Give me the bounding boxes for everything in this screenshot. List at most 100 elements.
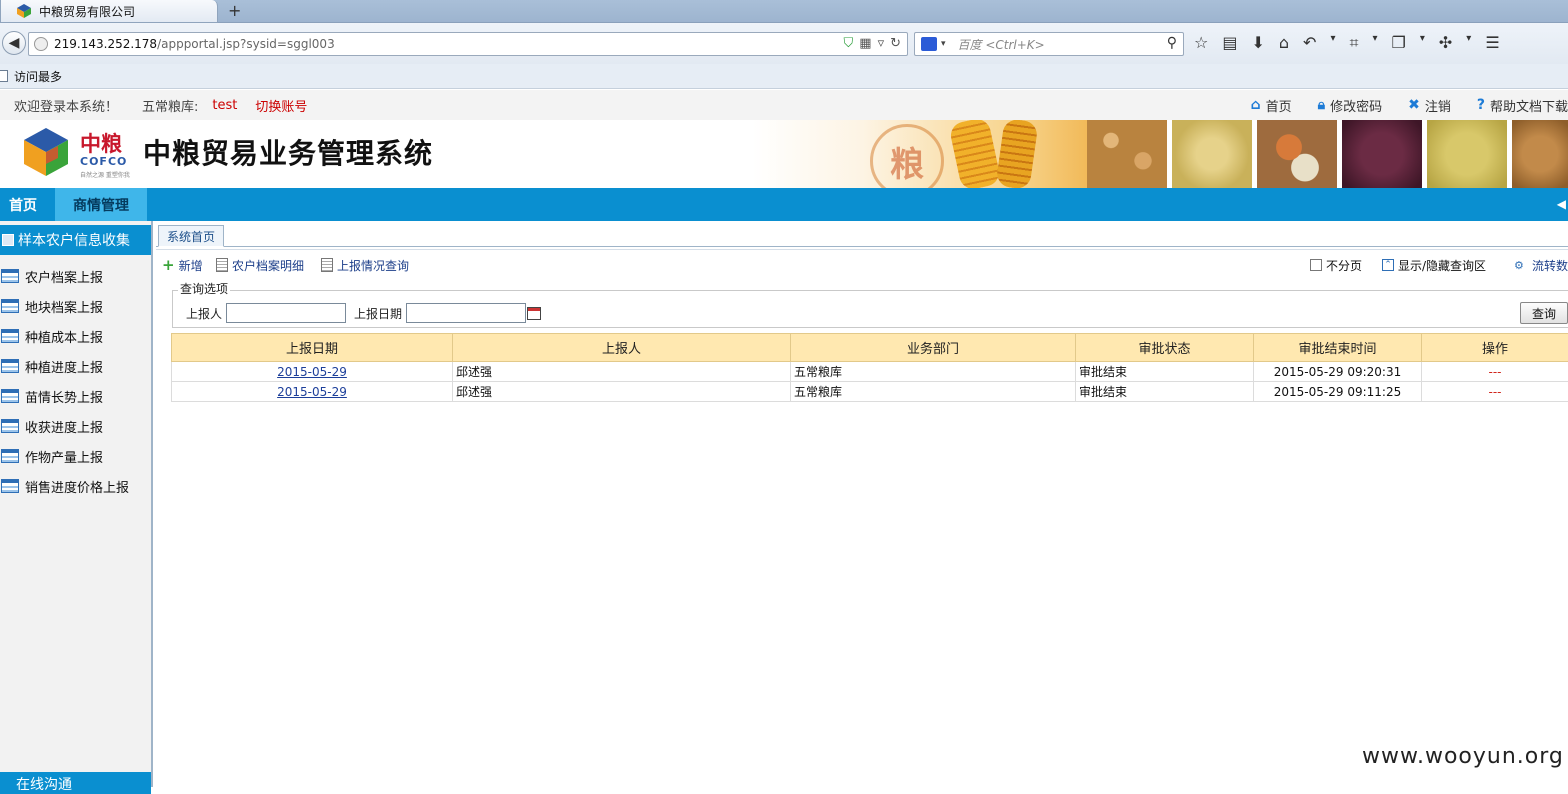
sidebar-item-planting-progress[interactable]: 种植进度上报	[0, 351, 151, 381]
dropdown-icon[interactable]: ▾	[1466, 33, 1471, 53]
wheat-image	[1512, 120, 1568, 188]
sidebar-header[interactable]: 样本农户信息收集	[0, 225, 151, 255]
reporter-cell: 邱述强	[453, 362, 791, 382]
sidebar-list: 农户档案上报 地块档案上报 种植成本上报 种植进度上报 苗情长势上报 收获进度上…	[0, 261, 151, 501]
baidu-engine-icon[interactable]	[921, 37, 937, 51]
sidebar-item-label: 种植进度上报	[25, 357, 103, 376]
search-placeholder: 百度 <Ctrl+K>	[958, 36, 1045, 53]
report-query-button[interactable]: 上报情况查询	[321, 254, 409, 276]
chevron-up-icon: ⌃	[1382, 259, 1394, 271]
sidebar-item-label: 收获进度上报	[25, 417, 103, 436]
switch-account-link[interactable]: 切换账号	[255, 96, 307, 115]
flow-button[interactable]: ⚙流转数	[1514, 254, 1568, 276]
column-header[interactable]: 上报日期	[172, 334, 453, 362]
globe-icon	[34, 37, 48, 51]
addon-icon[interactable]: ✣	[1439, 33, 1452, 53]
content-tab-strip: 系统首页	[156, 225, 1568, 247]
top-link-help-download[interactable]: ?帮助文档下载	[1477, 96, 1568, 115]
star-icon[interactable]: ☆	[1194, 33, 1208, 53]
sidebar-item-crop-yield[interactable]: 作物产量上报	[0, 441, 151, 471]
top-link-logout[interactable]: ✖注销	[1408, 96, 1451, 115]
sidebar-item-sales-price[interactable]: 销售进度价格上报	[0, 471, 151, 501]
back-button[interactable]: ◀	[2, 31, 26, 55]
sidebar-item-farmer-archive[interactable]: 农户档案上报	[0, 261, 151, 291]
form-icon	[1, 389, 19, 403]
no-paging-checkbox[interactable]: 不分页	[1310, 254, 1362, 276]
millet-image	[1427, 120, 1507, 188]
approval-end-time-cell: 2015-05-29 09:11:25	[1254, 382, 1422, 402]
sidebar-item-label: 农户档案上报	[25, 267, 103, 286]
window-icon[interactable]: ❐	[1392, 33, 1406, 53]
sidebar-item-seedling-growth[interactable]: 苗情长势上报	[0, 381, 151, 411]
welcome-text: 欢迎登录本系统！	[14, 96, 118, 115]
document-icon	[216, 258, 228, 272]
reporter-input[interactable]	[226, 303, 346, 323]
shield-icon[interactable]: ⛉	[844, 36, 854, 51]
column-header[interactable]: 审批结束时间	[1254, 334, 1422, 362]
top-link-change-password[interactable]: 🔒︎修改密码	[1318, 96, 1382, 115]
top-link-label: 帮助文档下载	[1490, 96, 1568, 115]
dropdown-icon[interactable]: ▾	[1420, 33, 1425, 53]
home-icon: ⌂	[1251, 97, 1261, 113]
reload-icon[interactable]: ↻	[890, 36, 901, 51]
operation-cell[interactable]: ---	[1422, 362, 1568, 382]
corn-image	[948, 120, 1001, 188]
dropdown-icon[interactable]: ▿	[878, 36, 885, 51]
checkbox-icon[interactable]	[1310, 259, 1322, 271]
sidebar-item-harvest-progress[interactable]: 收获进度上报	[0, 411, 151, 441]
menu-market-info[interactable]: 商情管理	[55, 188, 147, 221]
depot-label: 五常粮库:	[142, 96, 198, 115]
query-button[interactable]: 查询	[1520, 302, 1568, 324]
dropdown-icon[interactable]: ▾	[1372, 33, 1377, 53]
qr-code-icon[interactable]: ▦	[859, 36, 871, 51]
url-bar[interactable]: 219.143.252.178/appportal.jsp?sysid=sggl…	[28, 32, 908, 56]
report-date-link[interactable]: 2015-05-29	[277, 385, 347, 399]
undo-icon[interactable]: ↶	[1303, 33, 1316, 53]
form-icon	[1, 329, 19, 343]
sidebar-item-label: 作物产量上报	[25, 447, 103, 466]
calendar-icon[interactable]	[527, 307, 541, 320]
dropdown-icon[interactable]: ▾	[1330, 33, 1335, 53]
form-icon	[1, 449, 19, 463]
report-query-label: 上报情况查询	[337, 257, 409, 274]
reporter-label: 上报人	[186, 305, 222, 322]
column-header[interactable]: 业务部门	[791, 334, 1076, 362]
cofco-logo-icon	[22, 126, 70, 178]
tab-system-home[interactable]: 系统首页	[158, 225, 224, 247]
crop-icon[interactable]: ⌗	[1349, 33, 1358, 53]
column-header[interactable]: 审批状态	[1076, 334, 1254, 362]
collapse-left-icon[interactable]: ◀	[1557, 197, 1566, 211]
approval-status-cell: 审批结束	[1076, 382, 1254, 402]
report-date-link[interactable]: 2015-05-29	[277, 365, 347, 379]
farmer-detail-button[interactable]: 农户档案明细	[216, 254, 304, 276]
column-header[interactable]: 上报人	[453, 334, 791, 362]
url-host: 219.143.252.178	[54, 37, 157, 51]
sidebar-online-chat[interactable]: 在线沟通	[0, 772, 151, 794]
search-bar[interactable]: ▾ 百度 <Ctrl+K> ⚲	[914, 32, 1184, 56]
add-button[interactable]: +新增	[162, 254, 203, 276]
close-icon: ✖	[1408, 97, 1420, 113]
report-date-input[interactable]	[406, 303, 526, 323]
report-date-label: 上报日期	[354, 305, 402, 322]
browser-tab[interactable]: 中粮贸易有限公司	[0, 0, 218, 23]
table-row: 2015-05-29 邱述强 五常粮库 审批结束 2015-05-29 09:1…	[172, 382, 1568, 402]
top-link-label: 首页	[1266, 96, 1292, 115]
reading-list-icon[interactable]: ▤	[1222, 33, 1237, 53]
arrow-left-icon: ◀	[9, 35, 20, 51]
sidebar-item-plot-archive[interactable]: 地块档案上报	[0, 291, 151, 321]
operation-cell[interactable]: ---	[1422, 382, 1568, 402]
top-link-home[interactable]: ⌂ 首页	[1251, 96, 1292, 115]
download-icon[interactable]: ⬇	[1251, 33, 1264, 53]
menu-icon[interactable]: ☰	[1485, 33, 1499, 53]
engine-dropdown-icon[interactable]: ▾	[941, 39, 946, 49]
menu-home[interactable]: 首页	[0, 188, 46, 221]
toggle-query-button[interactable]: ⌃显示/隐藏查询区	[1382, 254, 1486, 276]
new-tab-button[interactable]: +	[228, 1, 241, 21]
report-date-cell: 2015-05-29	[172, 362, 453, 382]
column-header[interactable]: 操作	[1422, 334, 1568, 362]
home-browser-icon[interactable]: ⌂	[1279, 33, 1289, 53]
bookmark-most-visited[interactable]: 访问最多	[14, 68, 62, 85]
sidebar-item-planting-cost[interactable]: 种植成本上报	[0, 321, 151, 351]
no-paging-label: 不分页	[1326, 257, 1362, 274]
search-icon[interactable]: ⚲	[1167, 35, 1177, 51]
